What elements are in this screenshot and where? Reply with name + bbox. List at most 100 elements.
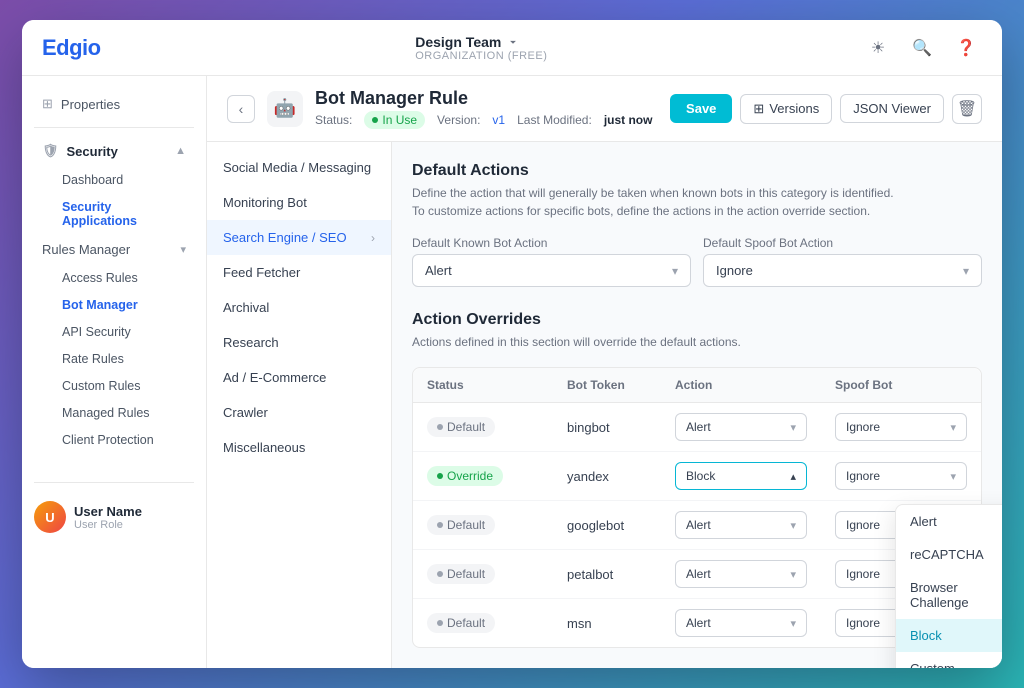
chevron-up-icon: ▴ bbox=[790, 470, 796, 483]
left-panel-item-research[interactable]: Research bbox=[207, 325, 391, 360]
bot-token-cell: bingbot bbox=[553, 410, 661, 445]
default-actions-title: Default Actions bbox=[412, 162, 982, 180]
versions-icon: ⊞ bbox=[753, 101, 764, 117]
chevron-right-icon: › bbox=[371, 231, 375, 245]
chevron-down-icon: ▾ bbox=[672, 264, 678, 278]
known-bot-select[interactable]: Alert ▾ bbox=[412, 254, 691, 287]
spoof-bot-label: Default Spoof Bot Action bbox=[703, 236, 982, 250]
status-label: Status: bbox=[315, 113, 352, 127]
col-action: Action bbox=[661, 368, 821, 402]
sidebar-divider bbox=[34, 127, 194, 128]
status-dot-green bbox=[437, 473, 443, 479]
left-panel-item-ad[interactable]: Ad / E-Commerce bbox=[207, 360, 391, 395]
avatar: U bbox=[34, 501, 66, 533]
versions-button[interactable]: ⊞ Versions bbox=[740, 94, 832, 124]
known-bot-label: Default Known Bot Action bbox=[412, 236, 691, 250]
chevron-down-icon: ▾ bbox=[790, 519, 796, 532]
sidebar-item-security[interactable]: 🛡 Security ▲ bbox=[30, 136, 198, 166]
left-panel-item-archival[interactable]: Archival bbox=[207, 290, 391, 325]
status-badge-default: Default bbox=[427, 564, 495, 584]
action-select[interactable]: Alert ▾ bbox=[675, 609, 807, 637]
chevron-down-icon: ▾ bbox=[790, 421, 796, 434]
left-panel-item-seo[interactable]: Search Engine / SEO › bbox=[207, 220, 391, 255]
status-dot-gray bbox=[437, 424, 443, 430]
chevron-down-icon: ▾ bbox=[790, 617, 796, 630]
status-dot bbox=[372, 117, 378, 123]
col-status: Status bbox=[413, 368, 553, 402]
table-row: Default bingbot Alert ▾ bbox=[413, 403, 981, 452]
json-viewer-button[interactable]: JSON Viewer bbox=[840, 94, 944, 123]
sidebar-item-security-apps[interactable]: Security Applications bbox=[30, 194, 198, 234]
status-badge: In Use bbox=[364, 111, 425, 129]
left-panel-item-social[interactable]: Social Media / Messaging bbox=[207, 150, 391, 185]
status-dot-gray bbox=[437, 522, 443, 528]
col-spoof-bot: Spoof Bot bbox=[821, 368, 981, 402]
search-icon[interactable]: 🔍 bbox=[906, 32, 938, 64]
left-panel-item-monitoring[interactable]: Monitoring Bot bbox=[207, 185, 391, 220]
page-title: Bot Manager Rule bbox=[315, 88, 652, 109]
org-type: Organization (Free) bbox=[415, 50, 547, 62]
spoof-bot-select[interactable]: Ignore ▾ bbox=[703, 254, 982, 287]
sidebar-user[interactable]: U User Name User Role bbox=[22, 491, 206, 543]
two-panel: Social Media / Messaging Monitoring Bot … bbox=[207, 142, 1002, 668]
sidebar-item-dashboard[interactable]: Dashboard bbox=[30, 167, 198, 193]
chevron-down-icon: ▾ bbox=[790, 568, 796, 581]
action-select-open[interactable]: Block ▴ bbox=[675, 462, 807, 490]
status-badge-override: Override bbox=[427, 466, 503, 486]
bot-token-cell: googlebot bbox=[553, 508, 661, 543]
chevron-down-icon: ▾ bbox=[950, 470, 956, 483]
properties-icon: ⊞ bbox=[42, 96, 53, 112]
default-actions-desc: Define the action that will generally be… bbox=[412, 184, 982, 220]
table-row: Override yandex Block ▴ bbox=[413, 452, 981, 501]
top-bar-actions: ☀ 🔍 ❓ bbox=[862, 32, 982, 64]
sidebar-item-access-rules[interactable]: Access Rules bbox=[30, 265, 198, 291]
sidebar-item-managed-rules[interactable]: Managed Rules bbox=[30, 400, 198, 426]
status-badge-default: Default bbox=[427, 515, 495, 535]
sidebar-item-client-protection[interactable]: Client Protection bbox=[30, 427, 198, 453]
chevron-up-icon: ▲ bbox=[175, 145, 186, 157]
save-button[interactable]: Save bbox=[670, 94, 732, 123]
app-window: Edgio Design Team Organization (Free) ☀ … bbox=[22, 20, 1002, 668]
table-header: Status Bot Token Action Spoof Bot bbox=[413, 368, 981, 403]
theme-icon[interactable]: ☀ bbox=[862, 32, 894, 64]
action-select[interactable]: Alert ▾ bbox=[675, 413, 807, 441]
sidebar-item-properties[interactable]: ⊞ Properties bbox=[30, 89, 198, 119]
action-select[interactable]: Alert ▾ bbox=[675, 511, 807, 539]
dropdown-item-block[interactable]: Block bbox=[896, 619, 1002, 652]
back-button[interactable]: ‹ bbox=[227, 95, 255, 123]
dropdown-item-alert[interactable]: Alert bbox=[896, 505, 1002, 538]
sidebar-item-rules-manager[interactable]: Rules Manager ▾ bbox=[30, 235, 198, 264]
chevron-down-icon bbox=[506, 35, 520, 49]
user-role: User Role bbox=[74, 519, 142, 531]
bot-token-cell: yandex bbox=[553, 459, 661, 494]
action-select[interactable]: Alert ▾ bbox=[675, 560, 807, 588]
org-name[interactable]: Design Team bbox=[415, 34, 547, 50]
sidebar: ⊞ Properties 🛡 Security ▲ Dashboard Secu… bbox=[22, 76, 207, 668]
org-info: Design Team Organization (Free) bbox=[415, 34, 547, 62]
sidebar-item-bot-manager[interactable]: Bot Manager bbox=[30, 292, 198, 318]
dropdown-item-recaptcha[interactable]: reCAPTCHA bbox=[896, 538, 1002, 571]
left-panel-item-misc[interactable]: Miscellaneous bbox=[207, 430, 391, 465]
col-bot-token: Bot Token bbox=[553, 368, 661, 402]
help-icon[interactable]: ❓ bbox=[950, 32, 982, 64]
bot-token-cell: petalbot bbox=[553, 557, 661, 592]
status-dot-gray bbox=[437, 620, 443, 626]
left-panel-item-feed[interactable]: Feed Fetcher bbox=[207, 255, 391, 290]
status-badge-default: Default bbox=[427, 613, 495, 633]
sidebar-item-api-security[interactable]: API Security bbox=[30, 319, 198, 345]
dropdown-item-browser-challenge[interactable]: Browser Challenge bbox=[896, 571, 1002, 619]
sidebar-item-custom-rules[interactable]: Custom Rules bbox=[30, 373, 198, 399]
version-value: v1 bbox=[492, 113, 505, 127]
left-panel-item-crawler[interactable]: Crawler bbox=[207, 395, 391, 430]
delete-button[interactable]: 🗑 bbox=[952, 94, 982, 124]
status-badge-default: Default bbox=[427, 417, 495, 437]
spoof-bot-select-row2[interactable]: Ignore ▾ bbox=[835, 462, 967, 490]
action-overrides-desc: Actions defined in this section will ove… bbox=[412, 333, 982, 351]
chevron-down-icon: ▾ bbox=[963, 264, 969, 278]
spoof-bot-select-row1[interactable]: Ignore ▾ bbox=[835, 413, 967, 441]
version-label: Version: bbox=[437, 113, 480, 127]
last-modified-label: Last Modified: bbox=[517, 113, 592, 127]
dropdown-item-custom-response[interactable]: Custom Response bbox=[896, 652, 1002, 668]
page-icon: 🤖 bbox=[267, 91, 303, 127]
sidebar-item-rate-rules[interactable]: Rate Rules bbox=[30, 346, 198, 372]
